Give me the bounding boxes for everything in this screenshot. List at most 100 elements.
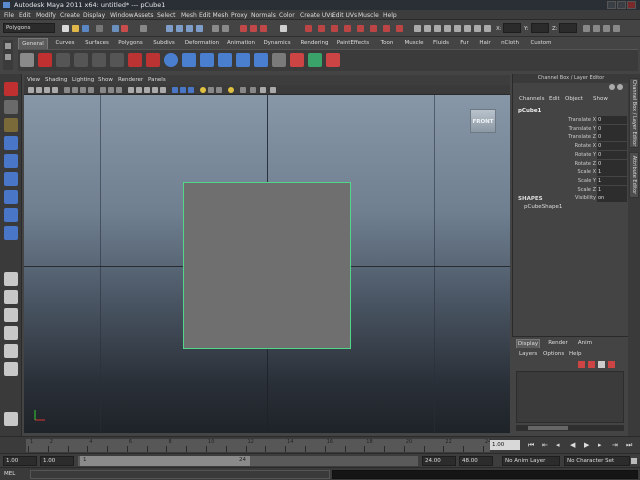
menu-file[interactable]: File [4,12,14,19]
soft-select-icon[interactable] [318,25,325,32]
isolate-select-icon[interactable] [228,87,234,93]
channel-box-icon-1[interactable] [609,84,615,90]
panel-menu-view[interactable]: View [27,77,40,83]
layers-menu[interactable]: Layers [519,351,537,357]
channel-box-toggle-icon[interactable] [613,25,620,32]
shelf-tab-general[interactable]: General [18,38,48,49]
cube-shelf-icon[interactable] [182,53,196,67]
menu-proxy[interactable]: Proxy [231,12,247,19]
xray-joints-icon[interactable] [216,87,222,93]
scale-tool-icon[interactable] [4,172,18,186]
track-selection-icon[interactable] [370,25,377,32]
image-plane-icon[interactable] [52,87,58,93]
shelf-tab-menu-icon[interactable] [5,43,11,49]
go-to-start-icon[interactable]: ⏮ [528,441,534,450]
playback-end-field[interactable]: 24.00 [422,456,456,466]
shelf-tab-animation[interactable]: Animation [225,38,257,49]
step-snap-icon[interactable] [396,25,403,32]
shelf-tab-curves[interactable]: Curves [50,38,80,49]
menu-create-uvs[interactable]: Create UVs [300,12,333,19]
menu-create[interactable]: Create [60,12,80,19]
new-layer-from-selected-icon[interactable] [608,361,615,368]
shelf-tab-surfaces[interactable]: Surfaces [82,38,112,49]
paint-select-tool-icon[interactable] [4,118,18,132]
channel-label[interactable]: Translate X [568,117,596,123]
scrollbar-thumb[interactable] [528,426,568,430]
close-icon[interactable] [627,1,636,9]
step-forward-key-icon[interactable]: ⇥ [612,441,618,449]
minimize-icon[interactable] [607,1,616,9]
soft-modification-icon[interactable] [4,208,18,222]
textured-icon[interactable] [474,25,481,32]
menu-assets[interactable]: Assets [134,12,154,19]
channel-row-rotate-y[interactable]: Rotate Y0 [513,150,629,160]
cone-shelf-icon[interactable] [218,53,232,67]
shelf-tab-painteffects[interactable]: PaintEffects [334,38,372,49]
step-back-frame-icon[interactable]: ◂ [556,441,560,449]
shelf-tab-fluids[interactable]: Fluids [429,38,453,49]
high-quality-icon[interactable] [180,87,186,93]
channel-menu-object[interactable]: Object [565,96,583,102]
y-field[interactable] [531,23,549,33]
arc-curve-shelf-icon[interactable] [110,53,124,67]
help-menu[interactable]: Help [569,351,582,357]
channel-label[interactable]: Scale X [578,169,596,175]
render-settings-icon[interactable] [260,25,267,32]
channel-row-scale-y[interactable]: Scale Y1 [513,176,629,186]
animation-start-field[interactable]: 1.00 [3,456,37,466]
construction-history-icon[interactable] [222,25,229,32]
move-layer-down-icon[interactable] [588,361,595,368]
sculpt-icon[interactable] [305,25,312,32]
channel-label[interactable]: Visibility [575,195,596,201]
character-set-dropdown[interactable]: No Character Set [564,456,630,466]
deform-shelf-icon[interactable] [290,53,304,67]
channel-menu-edit[interactable]: Edit [549,96,560,102]
safe-title-icon[interactable] [116,87,122,93]
options-menu[interactable]: Options [543,351,564,357]
channel-label[interactable]: Rotate Y [575,152,596,158]
playback-start-field[interactable]: 1.00 [40,456,74,466]
select-by-object-icon[interactable] [112,25,119,32]
layer-list[interactable] [516,371,624,423]
step-forward-frame-icon[interactable]: ▸ [598,441,602,449]
panel-menu-lighting[interactable]: Lighting [72,77,94,83]
persp-graph-layout-icon[interactable] [4,326,18,340]
snap-plane-icon[interactable] [196,25,203,32]
command-input[interactable] [30,470,330,479]
channel-box-icon-2[interactable] [617,84,623,90]
shelf-tab-hair[interactable]: Hair [476,38,494,49]
panel-menu-show[interactable]: Show [98,77,113,83]
lattice-shelf-icon[interactable] [308,53,322,67]
open-scene-icon[interactable] [72,25,79,32]
default-light-icon[interactable] [200,87,206,93]
channel-menu-show[interactable]: Show [593,96,608,102]
channel-label[interactable]: Scale Y [578,178,596,184]
channel-row-scale-z[interactable]: Scale Z1 [513,185,629,195]
display-icon[interactable] [434,25,441,32]
pcube1-mesh[interactable] [183,182,351,349]
lights-icon[interactable] [424,25,431,32]
anim-layer-dropdown[interactable]: No Anim Layer [502,456,560,466]
range-bar[interactable]: 1 24 [78,456,418,466]
smooth-shading-icon[interactable] [136,87,142,93]
tweak-icon[interactable] [357,25,364,32]
select-tool-icon[interactable] [4,82,18,96]
torus-shelf-icon[interactable] [254,53,268,67]
current-frame-field[interactable]: 1.00 [490,440,520,450]
step-back-key-icon[interactable]: ⇤ [542,441,548,449]
shelf-tab-subdivs[interactable]: Subdivs [149,38,179,49]
textured-shading-icon[interactable] [152,87,158,93]
snap-point-icon[interactable] [186,25,193,32]
move-tool-icon[interactable] [4,136,18,150]
channel-value[interactable]: 1 [597,168,627,177]
maximize-icon[interactable] [617,1,626,9]
save-scene-icon[interactable] [82,25,89,32]
channel-label[interactable]: Rotate Z [575,161,596,167]
shadows-icon[interactable] [172,87,178,93]
input-line-icon[interactable] [280,25,287,32]
smooth-shade-icon[interactable] [464,25,471,32]
channel-value[interactable]: 0 [597,150,627,159]
time-slider-track[interactable]: 1 2 4 6 8 10 12 14 16 18 20 22 24 [26,439,491,452]
menu-edit[interactable]: Edit [19,12,31,19]
xray-active-icon[interactable] [240,87,246,93]
